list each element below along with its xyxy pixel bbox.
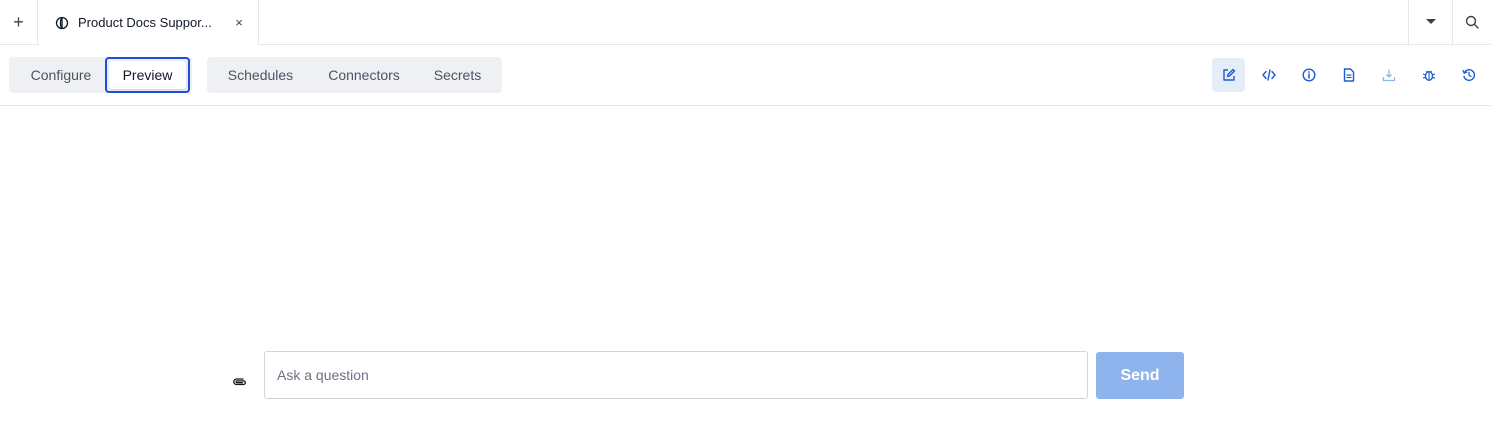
- tab-preview-label: Preview: [122, 67, 173, 83]
- mode-switcher: Configure Preview: [9, 57, 192, 93]
- tab-connectors[interactable]: Connectors: [314, 57, 414, 93]
- tab-schedules-label: Schedules: [227, 67, 294, 83]
- edit-button[interactable]: [1212, 58, 1245, 92]
- agent-icon: [55, 16, 69, 30]
- question-input[interactable]: [264, 351, 1088, 399]
- document-button[interactable]: [1332, 58, 1365, 92]
- tab-product-docs[interactable]: Product Docs Suppor... ×: [39, 0, 259, 45]
- search-button[interactable]: [1452, 0, 1491, 44]
- new-tab-button[interactable]: +: [0, 0, 38, 44]
- section-tabs: Schedules Connectors Secrets: [207, 57, 502, 93]
- tabs-dropdown-button[interactable]: [1408, 0, 1452, 44]
- close-icon[interactable]: ×: [232, 14, 246, 30]
- send-button[interactable]: Send: [1096, 352, 1184, 399]
- send-label: Send: [1120, 366, 1160, 384]
- attach-button[interactable]: [230, 372, 250, 392]
- caret-down-icon: [1425, 19, 1436, 24]
- tab-connectors-label: Connectors: [328, 67, 400, 83]
- document-icon: [1343, 68, 1354, 82]
- tab-label: Product Docs Suppor...: [78, 15, 212, 30]
- tab-configure[interactable]: Configure: [9, 57, 113, 93]
- tab-schedules[interactable]: Schedules: [207, 57, 314, 93]
- download-button[interactable]: [1372, 58, 1405, 92]
- tab-secrets-label: Secrets: [433, 67, 482, 83]
- info-button[interactable]: [1292, 58, 1325, 92]
- info-icon: [1301, 68, 1316, 82]
- download-icon: [1382, 69, 1395, 82]
- toolbar: Configure Preview Schedules Connectors S…: [0, 45, 1491, 106]
- history-button[interactable]: [1452, 58, 1485, 92]
- tab-bar: + Product Docs Suppor... ×: [0, 0, 1491, 45]
- code-button[interactable]: [1252, 58, 1285, 92]
- tab-secrets[interactable]: Secrets: [420, 57, 495, 93]
- bug-icon: [1422, 70, 1435, 81]
- search-icon: [1465, 15, 1479, 29]
- plus-icon: +: [13, 12, 24, 32]
- history-icon: [1461, 69, 1475, 82]
- tab-configure-label: Configure: [30, 67, 92, 83]
- code-icon: [1261, 69, 1276, 81]
- tab-preview[interactable]: Preview: [105, 57, 190, 93]
- debug-button[interactable]: [1412, 58, 1445, 92]
- paperclip-icon: [233, 378, 246, 386]
- edit-icon: [1222, 68, 1235, 81]
